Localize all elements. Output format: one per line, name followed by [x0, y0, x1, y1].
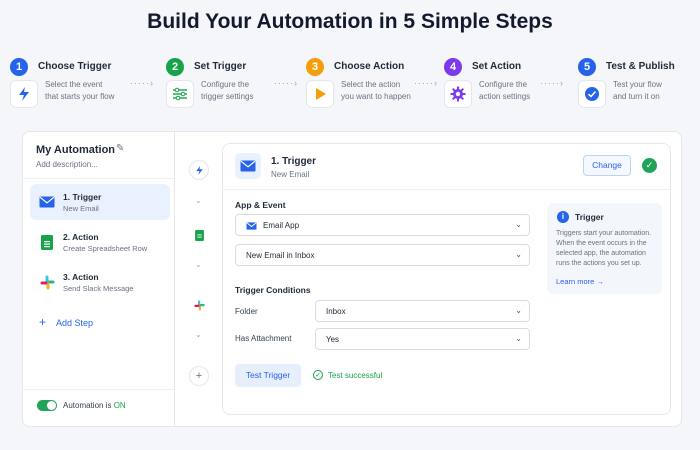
add-step-button[interactable]: + Add Step	[39, 315, 93, 329]
event-select[interactable]: New Email in Inbox ⌄	[235, 244, 530, 266]
attachment-label: Has Attachment	[235, 334, 292, 343]
gear-icon	[444, 80, 472, 108]
change-button[interactable]: Change	[583, 155, 631, 176]
automation-panel: My Automation ✎ Add description... 1. Tr…	[22, 131, 682, 427]
step-detail-card: 1. Trigger New Email Change ✓ App & Even…	[222, 143, 671, 415]
step-title: Choose Trigger	[38, 61, 112, 72]
arrow-icon: ·····›	[130, 78, 154, 88]
test-trigger-button[interactable]: Test Trigger	[235, 364, 301, 387]
steps-bar: 1 Choose Trigger Select the event that st…	[10, 58, 694, 114]
sidebar-item-subtitle: Create Spreadsheet Row	[63, 244, 148, 253]
card-title: 1. Trigger	[271, 156, 317, 167]
chevron-down-icon: ⌄	[515, 250, 522, 259]
toggle-state: ON	[113, 401, 126, 410]
timeline-action-node[interactable]	[189, 225, 209, 245]
step-description: Select the action you want to happen	[341, 80, 411, 101]
slack-icon	[38, 274, 56, 290]
step-description: Select the event that starts your flow	[45, 80, 115, 101]
info-icon: i	[557, 211, 569, 223]
sheets-icon	[194, 229, 204, 241]
step-description: Test your flow and turn it on	[613, 80, 662, 101]
bolt-icon	[195, 165, 203, 175]
chevron-down-icon: ⌄	[195, 330, 202, 339]
automation-toggle[interactable]	[37, 400, 57, 411]
step-number: 5	[578, 58, 596, 76]
page-title: Build Your Automation in 5 Simple Steps	[147, 10, 553, 33]
add-step-label: Add Step	[56, 318, 94, 328]
info-body: Triggers start your automation. When the…	[556, 230, 652, 267]
arrow-icon: ·····›	[274, 78, 298, 88]
attachment-value: Yes	[326, 335, 340, 344]
event-value: New Email in Inbox	[246, 251, 315, 260]
sheets-icon	[38, 234, 56, 250]
check-circle-icon: ✓	[313, 370, 323, 380]
check-icon: ✓	[642, 158, 657, 173]
automation-sidebar: My Automation ✎ Add description... 1. Tr…	[23, 132, 175, 426]
automation-name[interactable]: My Automation	[36, 144, 115, 156]
info-title: Trigger	[575, 212, 604, 222]
step-number: 4	[444, 58, 462, 76]
arrow-icon: ·····›	[414, 78, 438, 88]
step-number: 2	[166, 58, 184, 76]
check-circle-icon	[578, 80, 606, 108]
chevron-down-icon: ⌄	[195, 196, 202, 205]
attachment-select[interactable]: Yes ⌄	[315, 328, 530, 350]
timeline-add-node[interactable]: +	[189, 366, 209, 386]
chevron-down-icon: ⌄	[195, 260, 202, 269]
sidebar-item-action-2[interactable]: 3. Action Send Slack Message	[30, 264, 170, 300]
mail-icon	[235, 153, 261, 179]
test-status: ✓ Test successful	[313, 370, 382, 380]
timeline-trigger-node[interactable]	[189, 160, 209, 180]
chevron-down-icon: ⌄	[515, 220, 522, 229]
conditions-label: Trigger Conditions	[235, 285, 311, 295]
divider	[23, 389, 174, 390]
card-subtitle: New Email	[271, 170, 310, 179]
step-description: Configure the trigger settings	[201, 80, 254, 101]
chevron-down-icon: ⌄	[515, 334, 522, 343]
sidebar-item-subtitle: New Email	[63, 204, 99, 213]
bolt-icon	[10, 80, 38, 108]
step-title: Test & Publish	[606, 61, 675, 72]
mail-icon	[38, 194, 56, 210]
app-select[interactable]: Email App ⌄	[235, 214, 530, 236]
step-title: Set Action	[472, 61, 522, 72]
sidebar-item-title: 3. Action	[63, 272, 99, 282]
timeline-action-node[interactable]	[189, 295, 209, 315]
sidebar-item-trigger[interactable]: 1. Trigger New Email	[30, 184, 170, 220]
info-box: i Trigger Triggers start your automation…	[547, 203, 662, 294]
divider	[23, 178, 174, 179]
learn-more-link[interactable]: Learn more →	[556, 277, 604, 286]
pencil-icon[interactable]: ✎	[116, 143, 124, 154]
toggle-label: Automation is ON	[63, 401, 126, 410]
sidebar-item-action-1[interactable]: 2. Action Create Spreadsheet Row	[30, 224, 170, 260]
play-icon	[306, 80, 334, 108]
step-number: 1	[10, 58, 28, 76]
slack-icon	[193, 299, 205, 311]
arrow-icon: ·····›	[540, 78, 564, 88]
sidebar-item-title: 1. Trigger	[63, 192, 102, 202]
sidebar-item-subtitle: Send Slack Message	[63, 284, 134, 293]
divider	[223, 189, 670, 190]
step-number: 3	[306, 58, 324, 76]
sliders-icon	[166, 80, 194, 108]
folder-select[interactable]: Inbox ⌄	[315, 300, 530, 322]
step-description: Configure the action settings	[479, 80, 531, 101]
folder-value: Inbox	[326, 307, 346, 316]
step-title: Choose Action	[334, 61, 405, 72]
step-title: Set Trigger	[194, 61, 247, 72]
mail-icon	[246, 221, 257, 230]
app-value: Email App	[263, 221, 300, 230]
app-event-label: App & Event	[235, 200, 286, 210]
chevron-down-icon: ⌄	[515, 306, 522, 315]
folder-label: Folder	[235, 307, 258, 316]
plus-icon: +	[39, 315, 47, 329]
sidebar-item-title: 2. Action	[63, 232, 99, 242]
description-field[interactable]: Add description...	[36, 160, 98, 169]
